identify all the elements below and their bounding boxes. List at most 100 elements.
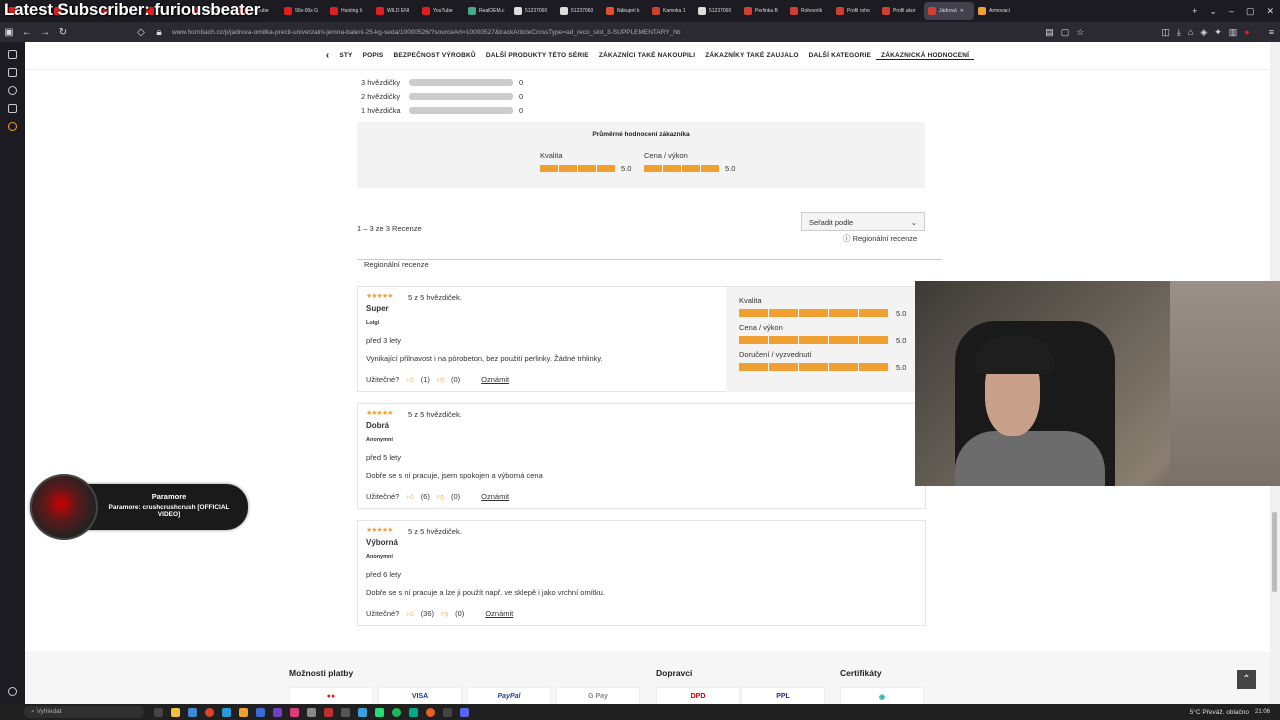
menu-icon[interactable]: ≡ <box>1269 27 1274 38</box>
browser-tab[interactable]: RealOEM.c <box>464 0 510 22</box>
browser-tab-active[interactable]: Jádrová ✕ <box>924 2 974 20</box>
browser-tab[interactable]: 51237060 <box>694 0 740 22</box>
scrollbar-thumb[interactable] <box>1272 512 1277 592</box>
browser-tab[interactable]: YouTube <box>418 0 464 22</box>
nav-item[interactable]: ZÁKAZNÍCI TAKÉ NAKOUPILI <box>594 52 700 59</box>
review-title: Výborná <box>366 538 399 547</box>
browser-tab[interactable]: Profil ukor <box>878 0 924 22</box>
browser-tab[interactable]: WILD ENI <box>372 0 418 22</box>
pocket-save-icon[interactable]: ◫ <box>1161 27 1170 38</box>
taskbar-clock[interactable]: 21:06 <box>1255 709 1270 715</box>
nav-item[interactable]: ZÁKAZNÍKY TAKÉ ZAUJALO <box>700 52 803 59</box>
thumbs-down-icon[interactable]: 👎︎ <box>437 375 444 384</box>
extension-icon[interactable] <box>8 122 17 131</box>
extension-4-icon[interactable]: ● <box>1244 27 1249 38</box>
app-icon[interactable] <box>256 707 265 717</box>
url-field[interactable]: www.hornbach.cz/p/jadrova-omitka-precit-… <box>172 29 1045 36</box>
report-link[interactable]: Oznámit <box>485 609 513 618</box>
browser-tab[interactable]: Armovací <box>974 0 1020 22</box>
close-window-button[interactable]: ✕ <box>1260 6 1280 17</box>
sidebar-toggle-icon[interactable]: ▣ <box>0 27 18 38</box>
pocket-icon[interactable]: ▢ <box>1061 27 1070 38</box>
mail-icon[interactable] <box>188 707 197 717</box>
app-icon[interactable] <box>324 707 333 717</box>
nav-item-active[interactable]: ZÁKAZNICKÁ HODNOCENÍ <box>876 52 975 60</box>
obs-icon[interactable] <box>443 707 452 717</box>
back-to-top-button[interactable]: ⌃ <box>1237 670 1256 689</box>
downloads-icon[interactable]: ⤓ <box>1177 27 1181 38</box>
app-icon[interactable] <box>239 707 248 717</box>
average-price-bar: 5.0 <box>644 164 736 174</box>
nav-item[interactable]: STY <box>334 52 357 59</box>
thumbs-down-icon[interactable]: 👎︎ <box>441 609 448 618</box>
back-button[interactable]: ← <box>18 27 36 38</box>
firefox-icon[interactable] <box>426 707 435 717</box>
app-icon[interactable] <box>341 707 350 717</box>
review-age: před 3 lety <box>366 336 402 345</box>
telegram-icon[interactable] <box>222 707 231 717</box>
forward-button[interactable]: → <box>36 27 54 38</box>
regional-reviews-link[interactable]: ⓘ Regionální recenze <box>843 233 917 244</box>
extension-3-icon[interactable]: ▥ <box>1229 27 1238 38</box>
thumbs-up-icon[interactable]: 👍︎ <box>406 492 413 501</box>
now-playing-title: Paramore <box>151 492 187 501</box>
shield-icon[interactable]: ◇ <box>132 27 150 38</box>
lock-icon[interactable]: 🔒︎ <box>150 27 168 38</box>
nav-item[interactable]: POPIS <box>358 52 389 59</box>
tab-list-icon[interactable]: ⌄ <box>1203 6 1223 17</box>
detail-rating-bar <box>739 363 888 371</box>
reload-button[interactable]: ↻ <box>54 27 72 38</box>
sort-dropdown[interactable]: Seřadit podle ⌄ <box>801 212 925 231</box>
app-icon[interactable] <box>409 707 418 717</box>
browser-tab[interactable]: Rohovník <box>786 0 832 22</box>
thumbs-up-icon[interactable]: 👍︎ <box>406 375 413 384</box>
nav-item[interactable]: BEZPEČNOST VÝROBKŮ <box>388 52 480 59</box>
category-nav: ‹ STY POPIS BEZPEČNOST VÝROBKŮ DALŠÍ PRO… <box>25 42 1270 70</box>
nav-item[interactable]: DALŠÍ PRODUKTY TÉTO SÉRIE <box>481 52 594 59</box>
app-icon[interactable] <box>307 707 316 717</box>
thumbs-up-icon[interactable]: 👍︎ <box>406 609 413 618</box>
chevron-down-icon: ⌄ <box>910 218 917 227</box>
settings-icon[interactable] <box>8 687 17 696</box>
report-link[interactable]: Oznámit <box>481 375 509 384</box>
now-playing-popup[interactable]: Paramore Paramore: crushcrushcrush [OFFI… <box>30 474 248 540</box>
app-icon[interactable] <box>375 707 384 717</box>
browser-tab[interactable]: Kamoka 1 <box>648 0 694 22</box>
browser-tab[interactable]: 51237060 <box>510 0 556 22</box>
report-link[interactable]: Oznámit <box>481 492 509 501</box>
extension-2-icon[interactable]: ✦ <box>1214 27 1222 38</box>
extension-1-icon[interactable]: ◈ <box>1200 27 1207 38</box>
browser-tab[interactable]: 90s-00s G <box>280 0 326 22</box>
task-view-icon[interactable] <box>154 707 163 717</box>
average-price-value: 5.0 <box>725 164 736 173</box>
nav-back-icon[interactable]: ‹ <box>321 50 335 61</box>
chrome-icon[interactable] <box>205 707 214 717</box>
minimize-button[interactable]: – <box>1223 6 1240 16</box>
reader-view-icon[interactable]: ▤ <box>1045 27 1054 38</box>
history-icon[interactable] <box>8 86 17 95</box>
extensions-icon[interactable]: ⌂ <box>1188 27 1193 38</box>
taskbar-search[interactable]: ⌕ Vyhledat <box>24 706 144 718</box>
bookmark-star-icon[interactable]: ☆ <box>1076 27 1084 38</box>
bookmarks-icon[interactable] <box>8 104 17 113</box>
ai-chat-icon[interactable] <box>8 50 17 59</box>
browser-tab[interactable]: Perlinka B <box>740 0 786 22</box>
discord-icon[interactable] <box>460 707 469 717</box>
synced-tabs-icon[interactable] <box>8 68 17 77</box>
thumbs-down-icon[interactable]: 👎︎ <box>437 492 444 501</box>
app-icon[interactable] <box>273 707 282 717</box>
browser-tab[interactable]: Nákupní k <box>602 0 648 22</box>
tab-close-icon[interactable]: ✕ <box>960 8 964 14</box>
browser-tab[interactable]: 51237060 <box>556 0 602 22</box>
browser-tab[interactable]: Hunting li <box>326 0 372 22</box>
tab-favicon-icon <box>422 7 430 15</box>
file-explorer-icon[interactable] <box>171 707 180 717</box>
instagram-icon[interactable] <box>290 707 299 717</box>
weather-widget[interactable]: 5°C Převáž. oblačno <box>1190 709 1249 716</box>
spotify-icon[interactable] <box>392 707 401 717</box>
browser-tab[interactable]: Profil roho <box>832 0 878 22</box>
app-icon[interactable] <box>358 707 367 717</box>
maximize-button[interactable]: ▢ <box>1240 6 1261 17</box>
new-tab-button[interactable]: + <box>1186 6 1203 16</box>
nav-item[interactable]: DALŠÍ KATEGORIE <box>804 52 876 59</box>
